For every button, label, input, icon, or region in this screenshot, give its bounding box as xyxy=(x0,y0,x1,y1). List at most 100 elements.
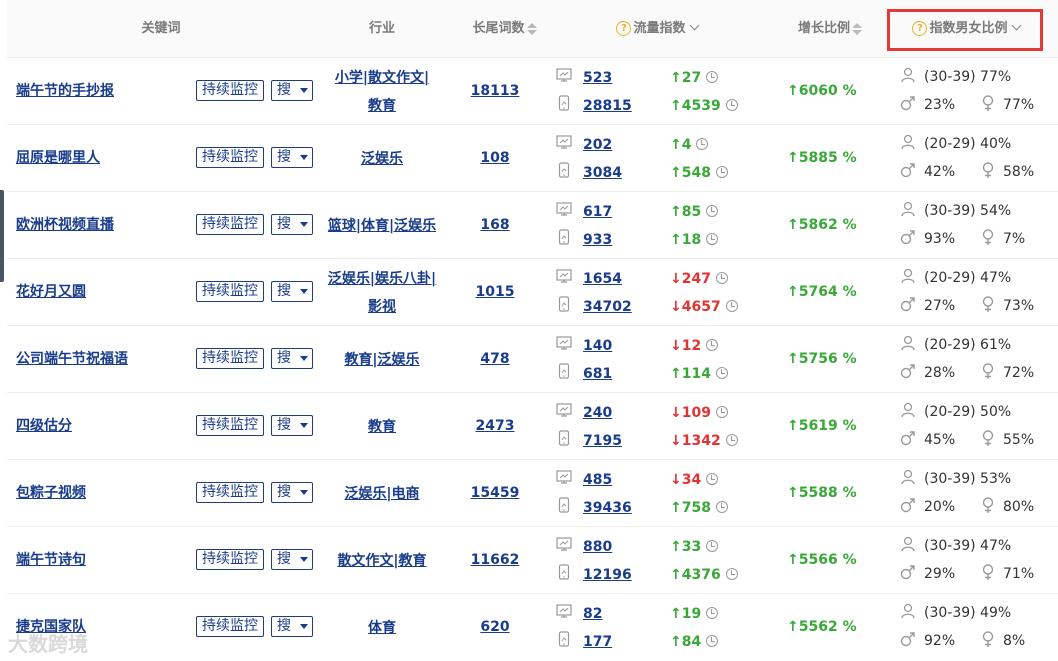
sort-icon[interactable] xyxy=(852,22,862,35)
mobile-traffic-value[interactable]: 12196 xyxy=(583,565,632,585)
clock-icon[interactable] xyxy=(706,607,719,619)
mobile-traffic-value[interactable]: 933 xyxy=(583,230,612,250)
clock-icon[interactable] xyxy=(696,138,709,150)
header-longtail[interactable]: 长尾词数 xyxy=(462,0,547,57)
monitor-button[interactable]: 持续监控 xyxy=(196,80,264,101)
question-icon[interactable]: ? xyxy=(616,21,632,36)
keyword-link[interactable]: 端午节诗句 xyxy=(16,527,86,594)
longtail-count[interactable]: 478 xyxy=(455,326,535,393)
search-dropdown[interactable]: 搜 xyxy=(271,214,313,235)
search-dropdown[interactable]: 搜 xyxy=(271,147,313,168)
arrow-down-icon: ↓ xyxy=(670,299,682,315)
mobile-traffic-value[interactable]: 177 xyxy=(583,632,612,652)
clock-icon[interactable] xyxy=(715,367,728,379)
monitor-button[interactable]: 持续监控 xyxy=(196,214,264,235)
monitor-button[interactable]: 持续监控 xyxy=(196,549,264,570)
longtail-count[interactable]: 15459 xyxy=(455,460,535,527)
clock-icon[interactable] xyxy=(725,568,738,580)
clock-icon[interactable] xyxy=(706,339,719,351)
keyword-link[interactable]: 四级估分 xyxy=(16,393,72,460)
search-dropdown[interactable]: 搜 xyxy=(271,281,313,302)
industry-link[interactable]: 泛娱乐 xyxy=(361,151,403,167)
pc-traffic-value[interactable]: 1654 xyxy=(583,269,622,289)
longtail-count[interactable]: 108 xyxy=(455,125,535,192)
industry-link[interactable]: 散文作文|教育 xyxy=(337,553,426,569)
clock-icon[interactable] xyxy=(715,501,728,513)
keyword-link[interactable]: 花好月又圆 xyxy=(16,259,86,326)
monitor-button[interactable]: 持续监控 xyxy=(196,147,264,168)
clock-icon[interactable] xyxy=(725,99,738,111)
clock-icon[interactable] xyxy=(715,272,728,284)
clock-icon[interactable] xyxy=(725,300,738,312)
industry-link[interactable]: 篮球|体育|泛娱乐 xyxy=(328,218,436,234)
mobile-traffic-value[interactable]: 39436 xyxy=(583,498,632,518)
mobile-change-value: 4539 xyxy=(681,98,721,114)
pc-traffic-value[interactable]: 523 xyxy=(583,68,612,88)
industry-link[interactable]: 泛娱乐|电商 xyxy=(344,486,419,502)
clock-icon[interactable] xyxy=(706,205,719,217)
monitor-button[interactable]: 持续监控 xyxy=(196,482,264,503)
keyword-link[interactable]: 公司端午节祝福语 xyxy=(16,326,128,393)
keyword-link[interactable]: 包粽子视频 xyxy=(16,460,86,527)
search-dropdown[interactable]: 搜 xyxy=(271,616,313,637)
monitor-button[interactable]: 持续监控 xyxy=(196,348,264,369)
mobile-traffic-value[interactable]: 34702 xyxy=(583,297,632,317)
monitor-button[interactable]: 持续监控 xyxy=(196,415,264,436)
industry-link[interactable]: 教育 xyxy=(368,98,396,114)
arrow-up-icon: ↑ xyxy=(787,83,799,99)
longtail-count[interactable]: 168 xyxy=(455,192,535,259)
mobile-traffic-value[interactable]: 7195 xyxy=(583,431,622,451)
longtail-count[interactable]: 18113 xyxy=(455,58,535,125)
header-growth[interactable]: 增长比例 xyxy=(785,0,875,57)
longtail-count[interactable]: 2473 xyxy=(455,393,535,460)
longtail-count[interactable]: 620 xyxy=(455,594,535,661)
clock-icon[interactable] xyxy=(715,166,728,178)
search-dropdown[interactable]: 搜 xyxy=(271,482,313,503)
caret-down-icon xyxy=(300,88,308,93)
male-ratio: 42% xyxy=(924,164,956,180)
chevron-down-icon[interactable] xyxy=(689,20,699,31)
industry-link[interactable]: 小学|散文作文| xyxy=(335,70,429,86)
search-dropdown[interactable]: 搜 xyxy=(271,415,313,436)
industry-link[interactable]: 体育 xyxy=(368,620,396,636)
clock-icon[interactable] xyxy=(706,233,719,245)
clock-icon[interactable] xyxy=(725,434,738,446)
clock-icon[interactable] xyxy=(706,540,719,552)
industry-link[interactable]: 教育 xyxy=(368,419,396,435)
industry-link[interactable]: 泛娱乐|娱乐八卦| xyxy=(328,271,436,287)
pc-traffic-value[interactable]: 140 xyxy=(583,336,612,356)
pc-traffic-value[interactable]: 82 xyxy=(583,604,602,624)
industry-link[interactable]: 影视 xyxy=(368,299,396,315)
search-dropdown[interactable]: 搜 xyxy=(271,80,313,101)
pc-traffic-value[interactable]: 617 xyxy=(583,202,612,222)
search-dropdown[interactable]: 搜 xyxy=(271,348,313,369)
pc-traffic-value[interactable]: 240 xyxy=(583,403,612,423)
longtail-count[interactable]: 11662 xyxy=(455,527,535,594)
clock-icon[interactable] xyxy=(706,473,719,485)
pc-traffic-value[interactable]: 485 xyxy=(583,470,612,490)
arrow-up-icon: ↑ xyxy=(787,418,799,434)
mobile-traffic-value[interactable]: 681 xyxy=(583,364,612,384)
header-growth-label: 增长比例 xyxy=(797,21,850,36)
clock-icon[interactable] xyxy=(715,406,728,418)
sort-icon[interactable] xyxy=(526,22,537,35)
keyword-link[interactable]: 屈原是哪里人 xyxy=(16,125,100,192)
search-dropdown-label: 搜 xyxy=(277,484,291,500)
mobile-traffic-value[interactable]: 28815 xyxy=(583,96,632,116)
mobile-traffic-value[interactable]: 3084 xyxy=(583,163,622,183)
caret-down-icon xyxy=(300,423,308,428)
pc-traffic-value[interactable]: 880 xyxy=(583,537,612,557)
pc-traffic-value[interactable]: 202 xyxy=(583,135,612,155)
industry-link[interactable]: 教育|泛娱乐 xyxy=(344,352,419,368)
monitor-button[interactable]: 持续监控 xyxy=(196,281,264,302)
keyword-link[interactable]: 欧洲杯视频直播 xyxy=(16,192,114,259)
longtail-count[interactable]: 1015 xyxy=(455,259,535,326)
monitor-button[interactable]: 持续监控 xyxy=(196,616,264,637)
search-dropdown-label: 搜 xyxy=(277,417,291,433)
keyword-link[interactable]: 端午节的手抄报 xyxy=(16,58,114,125)
search-dropdown[interactable]: 搜 xyxy=(271,549,313,570)
header-traffic[interactable]: ? 流量指数 xyxy=(602,0,712,57)
clock-icon[interactable] xyxy=(706,635,719,647)
side-scroll-handle[interactable] xyxy=(0,190,4,282)
clock-icon[interactable] xyxy=(706,71,719,83)
